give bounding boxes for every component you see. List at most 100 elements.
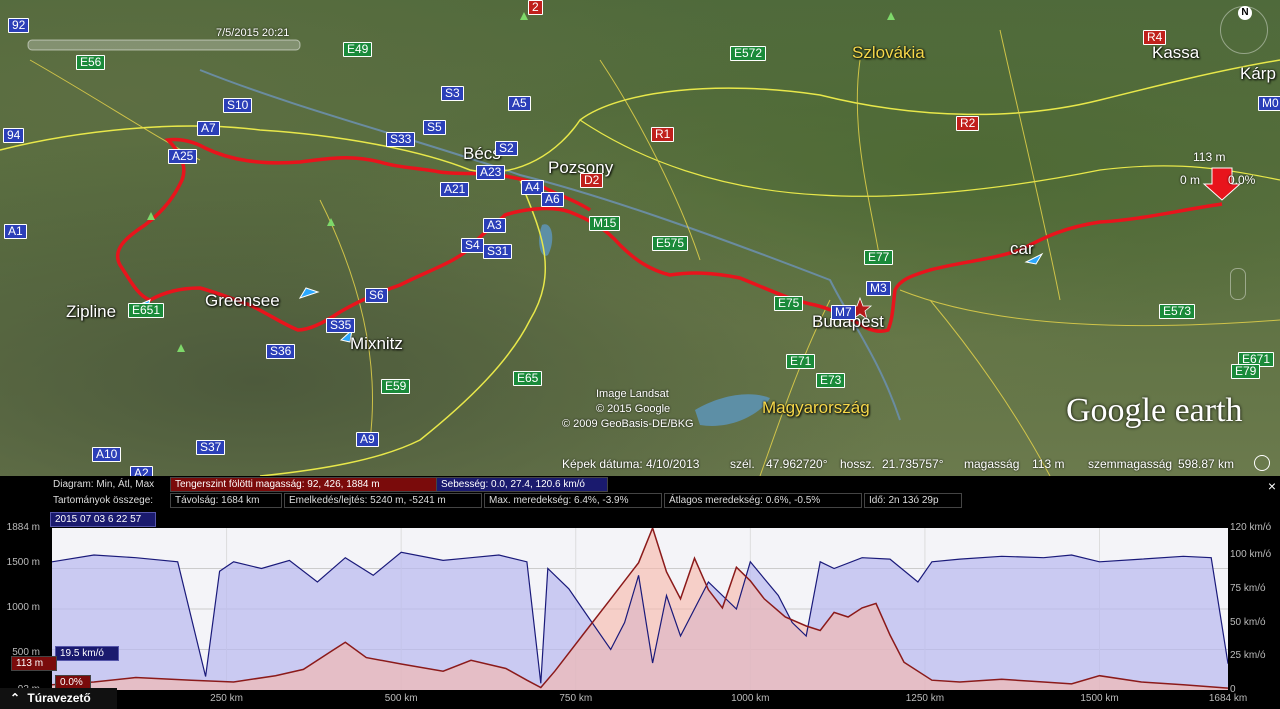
marker-zero: 0 m xyxy=(1180,173,1201,187)
chevron-up-icon: ⌃ xyxy=(10,691,21,705)
distance-box: Távolság: 1684 km xyxy=(170,493,282,508)
time-slider-label: 7/5/2015 20:21 xyxy=(216,27,290,39)
elevation-stats-box[interactable]: Tengerszint fölötti magasság: 92, 426, 1… xyxy=(170,477,438,492)
y-right-tick-label: 75 km/ó xyxy=(1230,582,1266,594)
summary-label: Tartományok összege: xyxy=(53,495,154,506)
y-right-tick-label: 25 km/ó xyxy=(1230,650,1266,662)
x-tick-label: 1250 km xyxy=(905,693,945,704)
cursor-elevation-readout: 113 m xyxy=(11,656,57,671)
road-shield: S10 xyxy=(223,98,253,113)
road-shield: S2 xyxy=(495,141,518,156)
imagery-date: Képek dátuma: 4/10/2013 xyxy=(562,457,700,471)
eye-altitude-value: 598.87 km xyxy=(1178,457,1235,471)
road-shield: A3 xyxy=(483,218,506,233)
road-shield: A6 xyxy=(541,192,564,207)
placemark-label-car[interactable]: car xyxy=(1010,239,1034,259)
marker-percent: 0.0% xyxy=(1228,173,1256,187)
altitude-value: 113 m xyxy=(1032,457,1065,471)
road-shield: S5 xyxy=(423,120,446,135)
road-shield: A9 xyxy=(356,432,379,447)
country-label-szlovakia: Szlovákia xyxy=(852,43,925,62)
road-shield: S3 xyxy=(441,86,464,101)
cursor-timestamp: 2015 07 03 6 22 57 xyxy=(50,512,156,527)
google-earth-window: N 7/5/2015 20:21 Szlovákia Magyarország … xyxy=(0,0,1280,709)
road-shield: A25 xyxy=(168,149,198,164)
city-label-karp: Kárp xyxy=(1240,64,1276,83)
road-shield: E49 xyxy=(343,42,373,57)
border-line-sk-hu xyxy=(579,119,1280,197)
road-shield: 94 xyxy=(3,128,25,143)
road-shield: M7 xyxy=(831,305,856,320)
marker-elevation: 113 m xyxy=(1193,150,1226,164)
y-right-tick-label: 100 km/ó xyxy=(1230,549,1272,560)
avg-slope-box: Átlagos meredekség: 0.6%, -0.5% xyxy=(664,493,862,508)
road-shield: D2 xyxy=(580,173,604,188)
google-earth-logo: Google earth xyxy=(1066,392,1243,429)
road-shield: R1 xyxy=(651,127,675,142)
road-shield: E73 xyxy=(816,373,846,388)
latitude-value: 47.962720° xyxy=(766,457,828,471)
road-shield: A23 xyxy=(476,165,506,180)
road-shield: M3 xyxy=(866,281,891,296)
latitude-label: szél. xyxy=(730,457,755,471)
status-bar: Képek dátuma: 4/10/2013 szél. 47.962720°… xyxy=(0,452,1280,476)
placemark-label-mixnitz[interactable]: Mixnitz xyxy=(350,334,403,354)
altitude-label: magasság xyxy=(964,457,1020,471)
road-shield: S31 xyxy=(483,244,513,259)
longitude-label: hossz. xyxy=(840,457,875,471)
road-shield: E572 xyxy=(730,46,767,61)
greensee-placemark-icon[interactable] xyxy=(298,287,320,299)
imagery-credit-2: © 2015 Google xyxy=(596,403,671,415)
lake-balaton xyxy=(695,394,770,426)
road-shield: E79 xyxy=(1231,364,1261,379)
road-shield: E71 xyxy=(786,354,816,369)
y-left-tick-label: 1000 m xyxy=(6,601,40,613)
placemark-label-greensee[interactable]: Greensee xyxy=(205,291,280,311)
road-shield: S35 xyxy=(326,318,356,333)
imagery-credit-3: © 2009 GeoBasis-DE/BKG xyxy=(562,418,694,430)
y-right-tick-label: 0 xyxy=(1230,684,1236,695)
road-shield: E575 xyxy=(652,236,689,251)
road-shield: R2 xyxy=(956,116,980,131)
road-shield: A21 xyxy=(440,182,470,197)
placemark-label-zipline[interactable]: Zipline xyxy=(66,302,116,322)
road-shield: E75 xyxy=(774,296,804,311)
city-label-kassa: Kassa xyxy=(1152,43,1200,62)
longitude-value: 21.735757° xyxy=(882,457,944,471)
road-shield: E651 xyxy=(128,303,165,318)
y-left-tick-label: 1500 m xyxy=(6,556,40,568)
x-tick-label: 1500 km xyxy=(1080,693,1119,704)
y-right-tick-label: 120 km/ó xyxy=(1230,522,1272,533)
tour-guide-button[interactable]: ⌃ Túravezető xyxy=(0,688,117,709)
close-panel-icon[interactable]: × xyxy=(1268,478,1276,494)
zoom-slider[interactable] xyxy=(1230,268,1246,300)
road-shield: 2 xyxy=(528,0,543,15)
compass-north-icon[interactable]: N xyxy=(1238,6,1252,20)
diagram-label: Diagram: Min, Átl, Max xyxy=(53,479,155,490)
road-shield: 92 xyxy=(8,18,30,33)
road-shield: E573 xyxy=(1159,304,1196,319)
time-box: Idő: 2n 13ó 29p xyxy=(864,493,962,508)
road-shield: M0 xyxy=(1258,96,1280,111)
road-shield: S33 xyxy=(386,132,416,147)
x-tick-label: 250 km xyxy=(210,693,243,704)
road-shield: S6 xyxy=(365,288,388,303)
x-tick-label: 1684 km xyxy=(1208,693,1248,704)
country-label-magyarorszag: Magyarország xyxy=(762,398,870,417)
y-left-tick-label: 1884 m xyxy=(6,522,40,533)
road-shield: A1 xyxy=(4,224,27,239)
road-shield: E56 xyxy=(76,55,106,70)
map-view[interactable]: N 7/5/2015 20:21 Szlovákia Magyarország … xyxy=(0,0,1280,476)
road-shield: S4 xyxy=(461,238,484,253)
speed-stats-box[interactable]: Sebesség: 0.0, 27.4, 120.6 km/ó xyxy=(436,477,608,492)
max-slope-box: Max. meredekség: 6.4%, -3.9% xyxy=(484,493,662,508)
time-slider-track[interactable] xyxy=(27,39,301,51)
road-shield: M15 xyxy=(589,216,621,231)
road-shield: S36 xyxy=(266,344,296,359)
elevation-speed-chart[interactable] xyxy=(52,528,1228,690)
cursor-speed-readout: 19.5 km/ó xyxy=(55,646,119,661)
navigation-compass[interactable]: N xyxy=(1220,6,1268,54)
road-shield: E59 xyxy=(381,379,411,394)
streaming-icon xyxy=(1254,455,1270,471)
road-shield: A5 xyxy=(508,96,531,111)
